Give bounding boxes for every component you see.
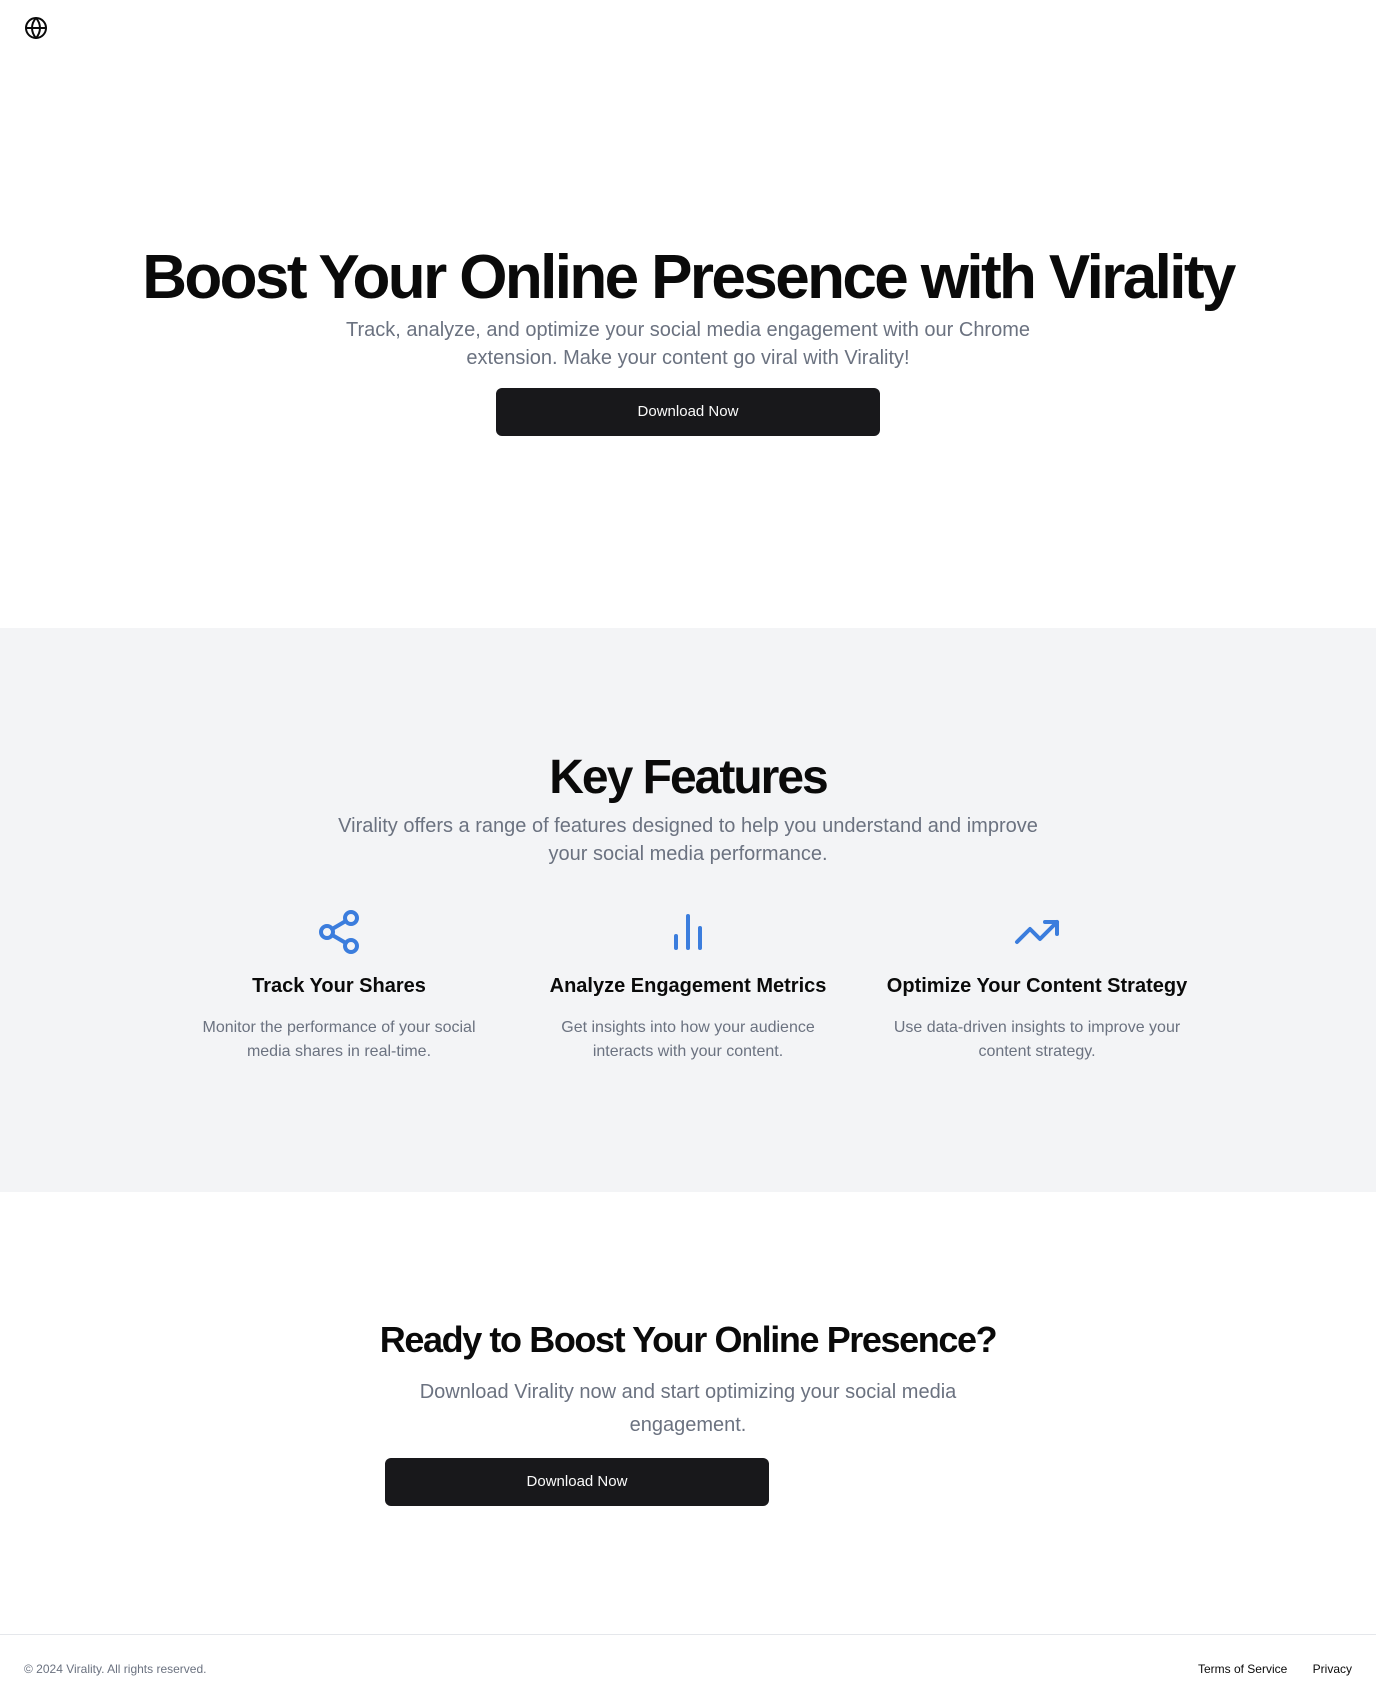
bar-chart-icon [674, 914, 702, 950]
terms-of-service-link[interactable]: Terms of Service [1198, 1662, 1287, 1676]
hero-section: Boost Your Online Presence with Virality… [0, 56, 1376, 628]
feature-analyze-engagement: Analyze Engagement Metrics Get insights … [520, 908, 856, 1064]
cta-title: Ready to Boost Your Online Presence? [379, 1319, 998, 1360]
feature-description: Monitor the performance of your social m… [202, 1019, 476, 1060]
features-title: Key Features [549, 751, 828, 804]
globe-icon [25, 17, 47, 39]
site-header [0, 0, 1376, 56]
feature-description: Use data-driven insights to improve your… [893, 1019, 1181, 1060]
cta-subtitle: Download Virality now and start optimizi… [419, 1381, 957, 1436]
hero-subtitle: Track, analyze, and optimize your social… [345, 319, 1031, 369]
feature-title: Analyze Engagement Metrics [549, 975, 827, 997]
cta-section: Ready to Boost Your Online Presence? Dow… [0, 1192, 1376, 1634]
privacy-link[interactable]: Privacy [1313, 1662, 1352, 1676]
hero-download-button[interactable]: Download Now [496, 388, 880, 436]
cta-download-button[interactable]: Download Now [385, 1458, 769, 1506]
share-icon [319, 910, 359, 954]
feature-optimize-strategy: Optimize Your Content Strategy Use data-… [869, 908, 1205, 1064]
footer-nav: Terms of Service Privacy [1176, 1661, 1352, 1677]
features-subtitle: Virality offers a range of features desi… [338, 815, 1038, 865]
feature-description: Get insights into how your audience inte… [561, 1019, 815, 1060]
site-footer: © 2024 Virality. All rights reserved. Te… [0, 1634, 1376, 1699]
trending-up-icon [1015, 920, 1059, 944]
hero-title: Boost Your Online Presence with Virality [142, 243, 1236, 312]
features-section: Key Features Virality offers a range of … [0, 628, 1376, 1192]
feature-track-shares: Track Your Shares Monitor the performanc… [171, 908, 507, 1064]
feature-title: Optimize Your Content Strategy [886, 975, 1188, 997]
feature-title: Track Your Shares [252, 975, 426, 997]
copyright-text: © 2024 Virality. All rights reserved. [24, 1662, 207, 1676]
